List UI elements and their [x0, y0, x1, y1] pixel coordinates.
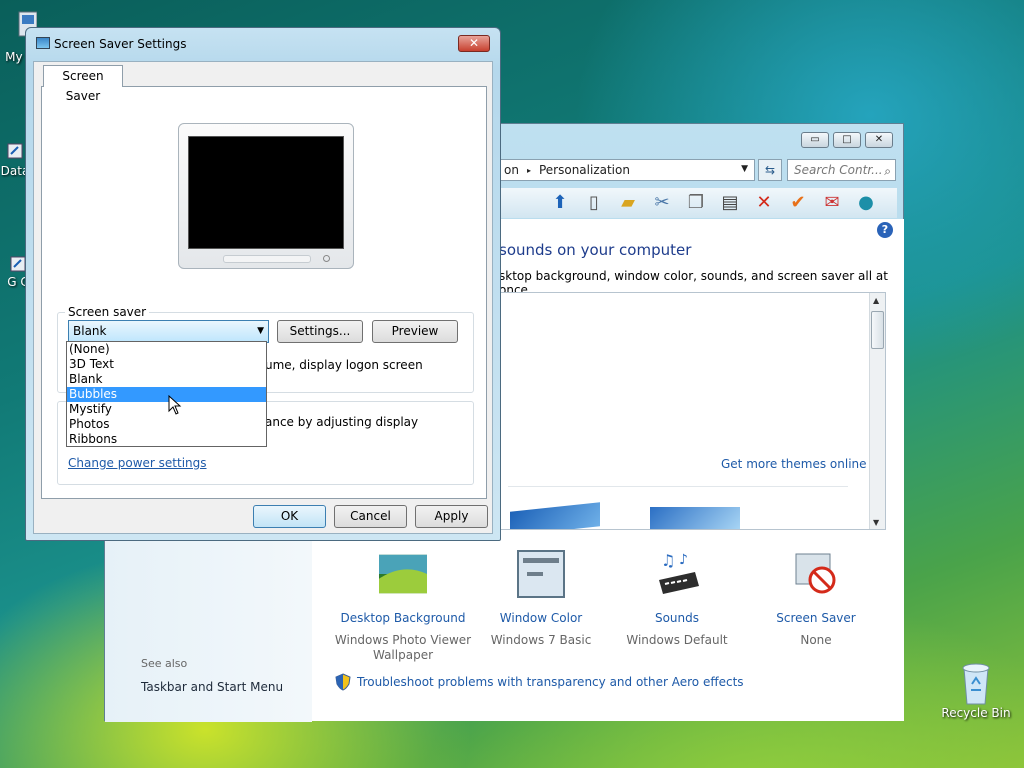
monitor-preview	[178, 123, 354, 269]
troubleshoot-link[interactable]: Troubleshoot problems with transparency …	[357, 675, 744, 689]
monitor-stand	[223, 255, 311, 263]
address-bar[interactable]: on ▸ Personalization ▼	[497, 159, 755, 181]
chevron-down-icon[interactable]: ▼	[741, 164, 748, 174]
copy-icon[interactable]: ❐	[685, 192, 707, 214]
toolbar: ⬆ ▯ ▰ ✂ ❐ ▤ ✕ ✔ ✉ ●	[497, 188, 897, 218]
change-power-settings-link[interactable]: Change power settings	[68, 456, 207, 470]
see-also-label: See also	[141, 657, 188, 670]
troubleshoot-row[interactable]: Troubleshoot problems with transparency …	[335, 673, 744, 691]
power-led-icon	[323, 255, 330, 262]
window-color-icon	[517, 550, 565, 598]
pane-icon[interactable]: ▯	[583, 192, 605, 214]
page-heading: sounds on your computer	[499, 241, 692, 259]
desktop-background-value: Windows Photo Viewer Wallpaper	[334, 633, 472, 662]
shortcut-icon	[7, 143, 23, 159]
help-icon[interactable]: ?	[877, 222, 893, 238]
preview-button[interactable]: Preview	[372, 320, 458, 343]
option-none[interactable]: (None)	[67, 342, 266, 357]
desktop-icon-recycle-bin[interactable]: Recycle Bin	[940, 660, 1012, 720]
delete-icon[interactable]: ✕	[753, 192, 775, 214]
globe-icon[interactable]: ●	[855, 192, 877, 214]
sounds-icon: ♫ ♪	[659, 551, 699, 594]
desktop-background-icon	[379, 554, 427, 594]
sounds-link[interactable]: Sounds	[607, 611, 747, 625]
option-blank[interactable]: Blank	[67, 372, 266, 387]
recycle-bin-icon	[962, 663, 990, 705]
shield-icon	[335, 673, 351, 691]
screen-saver-selected: Blank	[73, 324, 107, 338]
option-photos[interactable]: Photos	[67, 417, 266, 432]
window-color-link[interactable]: Window Color	[471, 611, 611, 625]
window-color-item[interactable]: Window Color Windows 7 Basic	[471, 550, 611, 648]
logon-option-label: ume, display logon screen	[265, 358, 423, 372]
screen-saver-settings-dialog: Screen Saver Settings ✕ Screen Saver Scr…	[25, 27, 501, 541]
chevron-down-icon[interactable]: ▼	[257, 321, 264, 342]
checkmark-icon[interactable]: ✔	[787, 192, 809, 214]
theme-list[interactable]: Get more themes online ▲ ▼	[497, 292, 886, 530]
divider	[508, 486, 848, 487]
ok-button[interactable]: OK	[253, 505, 326, 528]
cancel-button[interactable]: Cancel	[334, 505, 407, 528]
option-3d-text[interactable]: 3D Text	[67, 357, 266, 372]
scroll-up-icon[interactable]: ▲	[873, 296, 879, 305]
theme-thumbnail[interactable]	[650, 507, 740, 529]
sounds-value: Windows Default	[626, 633, 728, 647]
option-mystify[interactable]: Mystify	[67, 402, 266, 417]
dialog-title: Screen Saver Settings	[54, 37, 187, 51]
maximize-button[interactable]: □	[833, 132, 861, 148]
search-icon[interactable]: ⌕	[884, 161, 891, 181]
cut-icon[interactable]: ✂	[651, 192, 673, 214]
apply-button[interactable]: Apply	[415, 505, 488, 528]
screen-saver-item[interactable]: Screen Saver None	[746, 550, 886, 648]
get-more-themes-link[interactable]: Get more themes online	[721, 457, 867, 471]
tab-screen-saver[interactable]: Screen Saver	[43, 65, 123, 103]
svg-text:♫: ♫	[661, 551, 675, 570]
breadcrumb-separator-icon: ▸	[526, 165, 531, 175]
mail-icon[interactable]: ✉	[821, 192, 843, 214]
screen-saver-group-label: Screen saver	[65, 305, 150, 319]
search-placeholder: Search Contr...	[794, 163, 883, 177]
paste-icon[interactable]: ▤	[719, 192, 741, 214]
screen-saver-icon	[795, 553, 836, 594]
folder-icon[interactable]: ▰	[617, 192, 639, 214]
preview-screen	[188, 136, 344, 249]
desktop-background-item[interactable]: Desktop Background Windows Photo Viewer …	[333, 550, 473, 663]
desktop-icon-label: Recycle Bin	[941, 706, 1011, 720]
screen-saver-link[interactable]: Screen Saver	[746, 611, 886, 625]
svg-text:♪: ♪	[679, 552, 688, 568]
theme-thumbnail[interactable]	[510, 502, 600, 529]
dialog-body: Screen Saver Screen saver Blank ▼ Settin…	[33, 61, 493, 534]
minimize-button[interactable]: ▭	[801, 132, 829, 148]
screen-saver-combo[interactable]: Blank ▼	[68, 320, 269, 343]
refresh-button[interactable]: ⇆	[758, 159, 782, 181]
desktop-background-link[interactable]: Desktop Background	[333, 611, 473, 625]
screen-saver-value: None	[800, 633, 832, 647]
close-button[interactable]: ✕	[865, 132, 893, 148]
screen-saver-settings-icon	[36, 37, 50, 49]
scrollbar[interactable]: ▲ ▼	[869, 293, 885, 529]
power-management-text: ance by adjusting display	[265, 415, 419, 429]
taskbar-start-menu-link[interactable]: Taskbar and Start Menu	[141, 680, 283, 694]
mouse-cursor-icon	[168, 395, 182, 415]
address-prefix: on	[504, 163, 519, 177]
sounds-item[interactable]: ♫ ♪ Sounds Windows Default	[607, 550, 747, 648]
settings-button[interactable]: Settings...	[277, 320, 363, 343]
dialog-close-button[interactable]: ✕	[458, 35, 490, 52]
option-bubbles[interactable]: Bubbles	[67, 387, 266, 402]
address-location[interactable]: Personalization	[539, 163, 630, 177]
option-ribbons[interactable]: Ribbons	[67, 432, 266, 447]
up-arrow-icon[interactable]: ⬆	[549, 192, 571, 214]
screen-saver-dropdown-list[interactable]: (None) 3D Text Blank Bubbles Mystify Pho…	[66, 341, 267, 447]
scroll-down-icon[interactable]: ▼	[873, 518, 879, 527]
window-caption-buttons: ▭ □ ✕	[801, 132, 893, 148]
window-color-value: Windows 7 Basic	[490, 633, 592, 647]
scroll-thumb[interactable]	[871, 311, 884, 349]
search-input[interactable]: Search Contr... ⌕	[787, 159, 896, 181]
